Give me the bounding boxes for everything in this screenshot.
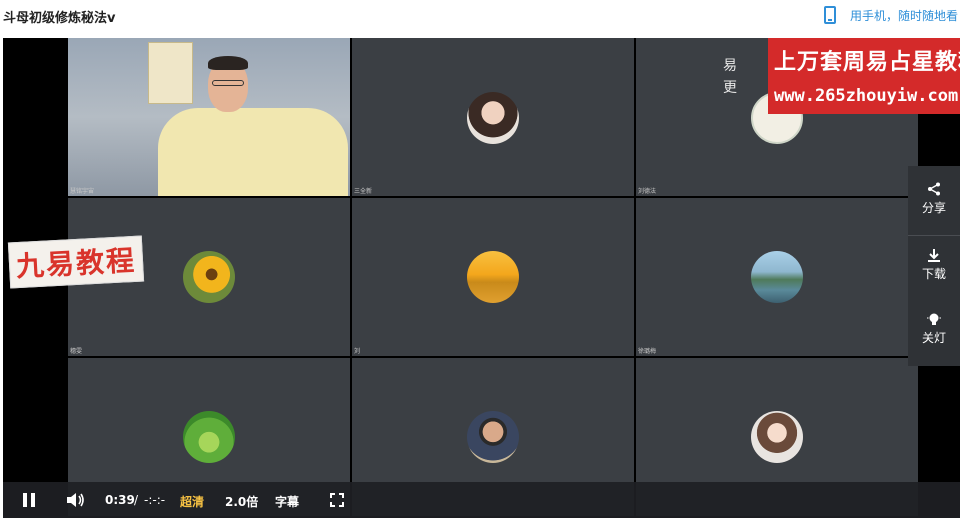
presenter-hair <box>208 56 248 70</box>
jiuyi-watermark-text: 九易教程 <box>15 243 137 284</box>
avatar-green-sprout <box>183 411 235 463</box>
participant-tile: 刘 <box>352 198 634 356</box>
share-button[interactable]: 分享 <box>908 182 960 216</box>
time-separator: / <box>134 493 139 507</box>
video-title: 斗母初级修炼秘法v <box>3 11 116 26</box>
presenter-glasses <box>212 80 244 86</box>
pause-icon <box>23 493 27 507</box>
lights-off-button[interactable]: 关灯 <box>908 312 960 346</box>
subtitles-button[interactable]: 字幕 <box>275 493 299 510</box>
participant-tile-presenter: 慧铭宇宙 <box>68 38 350 196</box>
brand-line-1: 上万套周易占星教程 <box>774 50 960 75</box>
side-text-line: 易 <box>723 58 737 74</box>
lights-off-label: 关灯 <box>921 331 946 345</box>
panel-divider <box>908 235 960 236</box>
avatar-woman-portrait <box>467 92 519 144</box>
presenter-body <box>158 108 348 196</box>
side-text-line: 更 <box>723 80 737 96</box>
participant-name: 慧铭宇宙 <box>70 188 95 195</box>
watch-on-mobile-label: 用手机，随时随地看 <box>849 8 958 23</box>
participant-name: 三全新 <box>354 188 373 195</box>
avatar-man-portrait <box>467 411 519 463</box>
brand-watermark-banner: 上万套周易占星教程 www.265zhouyiw.com <box>768 38 960 114</box>
lightbulb-icon <box>927 313 941 325</box>
participant-name: 刘德法 <box>638 188 657 195</box>
avatar-landscape <box>751 251 803 303</box>
share-label: 分享 <box>921 201 946 215</box>
avatar-cartoon-girl <box>751 411 803 463</box>
side-action-panel: 分享 下载 关灯 <box>908 166 960 366</box>
participant-name: 穗雯 <box>70 348 83 355</box>
participant-name: 徐璐梅 <box>638 348 657 355</box>
speed-button[interactable]: 2.0倍 <box>225 493 258 510</box>
jiuyi-watermark: 九易教程 <box>7 235 145 289</box>
pause-button[interactable] <box>23 493 35 507</box>
avatar-sunflower <box>183 251 235 303</box>
brand-line-2: www.265zhouyiw.com <box>774 86 959 106</box>
download-label: 下载 <box>921 267 946 281</box>
current-time: 0:39 <box>105 493 135 507</box>
partial-side-text: 易 更 <box>723 55 737 99</box>
player-controls: 0:39 / -:-:- 超清 2.0倍 字幕 <box>3 482 960 518</box>
wall-scroll-image <box>148 42 193 104</box>
volume-icon[interactable] <box>66 492 86 508</box>
top-bar: 斗母初级修炼秘法v 用手机，随时随地看 <box>0 0 960 38</box>
participant-tile: 三全新 <box>352 38 634 196</box>
phone-icon <box>823 6 836 24</box>
quality-button[interactable]: 超清 <box>180 493 204 510</box>
fullscreen-icon[interactable] <box>330 493 344 507</box>
participant-tile: 徐璐梅 <box>636 198 918 356</box>
duration: -:-:- <box>144 493 166 507</box>
download-button[interactable]: 下载 <box>908 248 960 282</box>
download-icon <box>928 249 940 262</box>
video-player[interactable]: 慧铭宇宙 三全新 刘德法 穗雯 刘 徐璐梅 易 更 上万套周易占星教 www.2… <box>3 38 960 518</box>
avatar-wheat-field <box>467 251 519 303</box>
participant-name: 刘 <box>354 348 361 355</box>
watch-on-mobile-link[interactable]: 用手机，随时随地看 <box>823 5 958 25</box>
share-icon <box>928 182 940 196</box>
pause-icon <box>31 493 35 507</box>
